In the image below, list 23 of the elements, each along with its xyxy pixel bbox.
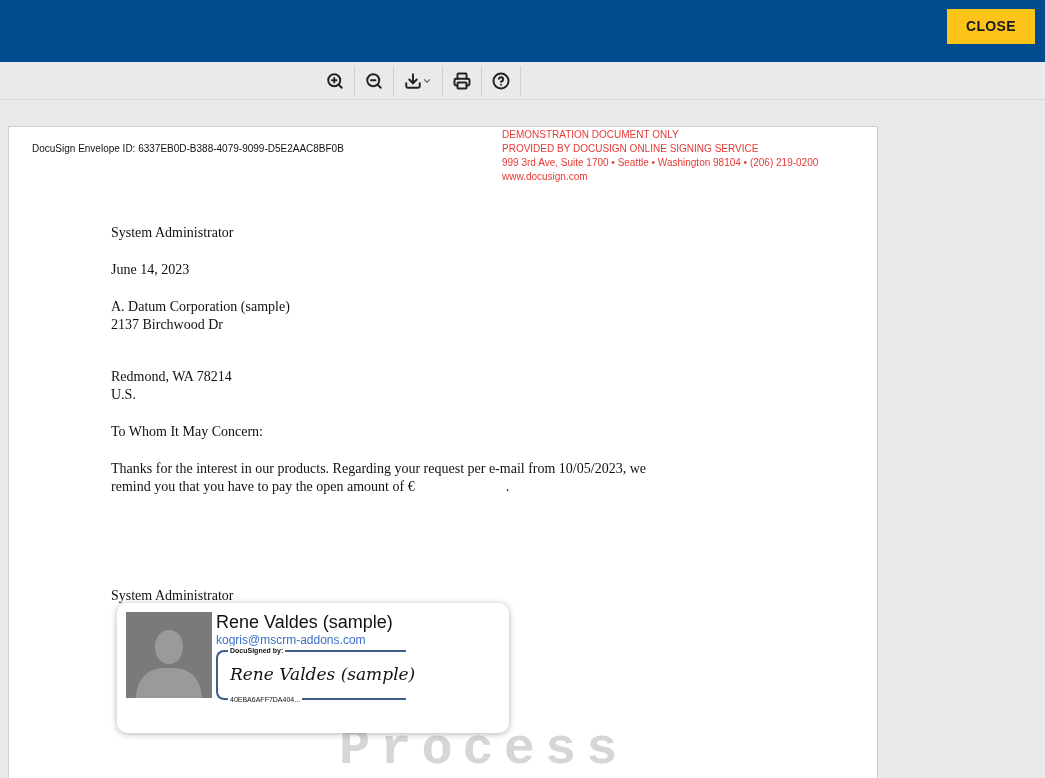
- close-button[interactable]: CLOSE: [947, 9, 1035, 44]
- handwritten-signature: Rene Valdes (sample): [230, 663, 416, 685]
- demo-notice-line: DEMONSTRATION DOCUMENT ONLY: [502, 128, 680, 142]
- demo-notice-line: PROVIDED BY DOCUSIGN ONLINE SIGNING SERVICE: [502, 142, 760, 156]
- zoom-out-icon: [365, 71, 383, 90]
- download-icon: [404, 71, 422, 90]
- address-line: U.S.: [111, 386, 137, 404]
- signer-name: Rene Valdes (sample): [216, 612, 394, 632]
- body-paragraph: Thanks for the interest in our products. Regarding your request per e-mail from 10/05/2023, we remind you that you have to pay the open amount of € .: [111, 460, 647, 496]
- envelope-id: DocuSign Envelope ID: 6337EB0D-B388-4079-9099-D5E2AAC8BF0B: [32, 142, 344, 156]
- salutation: To Whom It May Concern:: [111, 423, 264, 441]
- address-line: 2137 Birchwood Dr: [111, 316, 224, 334]
- help-icon: [492, 71, 510, 90]
- demo-notice-line: www.docusign.com: [502, 170, 589, 184]
- letter-date: June 14, 2023: [111, 261, 191, 279]
- demo-notice-line: 999 3rd Ave, Suite 1700 • Seattle • Washington 98104 • (206) 219-0200: [502, 156, 820, 170]
- closing-name: System Administrator: [111, 587, 235, 605]
- signer-email: kogris@mscrm-addons.com: [216, 632, 367, 648]
- zoom-in-icon: [326, 71, 344, 90]
- sender-name: System Administrator: [111, 224, 235, 242]
- print-icon: [453, 71, 471, 90]
- address-line: A. Datum Corporation (sample): [111, 298, 291, 316]
- address-line: Redmond, WA 78214: [111, 368, 233, 386]
